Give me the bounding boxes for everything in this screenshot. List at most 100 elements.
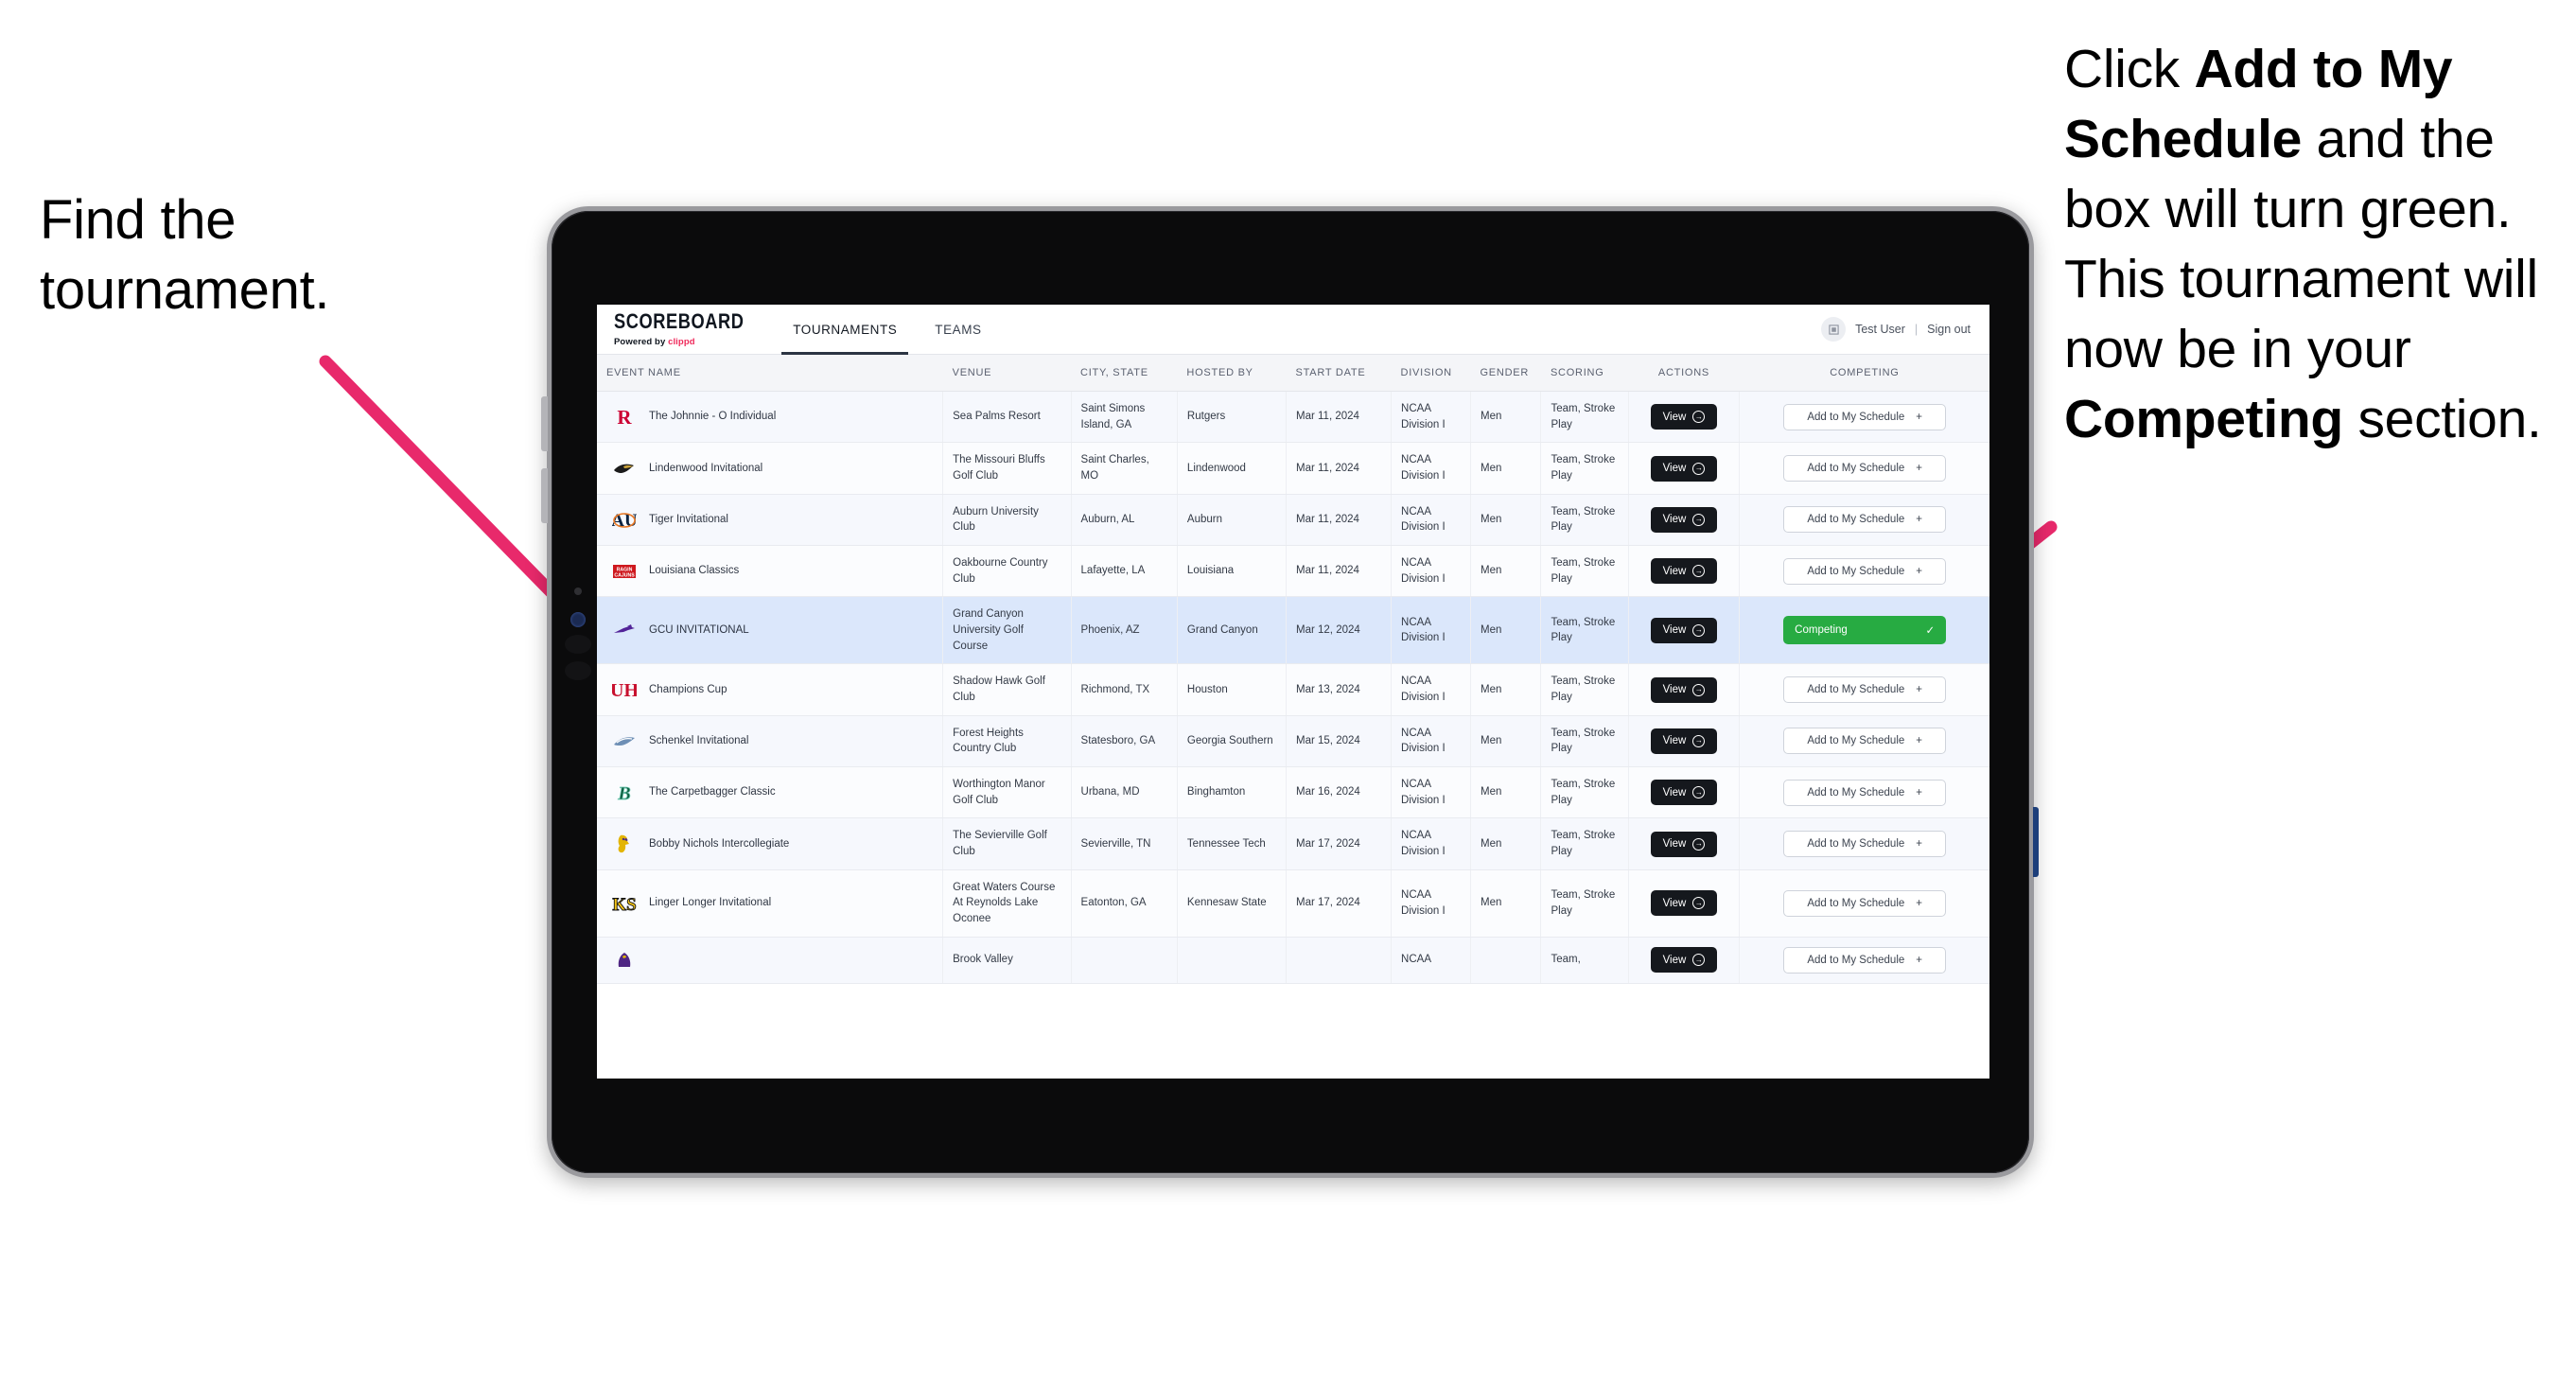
power-button[interactable] [2033,807,2039,877]
cell-scoring: Team, Stroke Play [1540,766,1629,819]
front-camera-icon [570,612,586,627]
tournaments-table: EVENT NAME VENUE CITY, STATE HOSTED BY S… [597,355,1989,984]
binghamton-logo: BB [612,781,637,805]
add-to-my-schedule-button[interactable]: Add to My Schedule + [1783,831,1947,858]
table-row[interactable]: B B The Carpetbagger Classic Worthington Ma… [597,766,1989,819]
rutgers-logo: R [612,405,637,430]
view-button[interactable]: View → [1650,617,1718,643]
view-button[interactable]: View → [1650,728,1718,754]
add-to-my-schedule-button[interactable]: Add to My Schedule + [1783,779,1947,806]
competing-badge-button[interactable]: Competing ✓ [1783,616,1947,645]
cell-gender: Men [1470,545,1542,598]
cell-division: NCAA Division I [1391,663,1471,716]
cell-gender [1470,937,1542,984]
header-user-area: Test User | Sign out [1821,305,1989,354]
annotation-right: Click Add to My Schedule and the box wil… [2064,34,2576,455]
tournaments-table-wrapper[interactable]: EVENT NAME VENUE CITY, STATE HOSTED BY S… [597,355,1989,1079]
event-name-label: The Johnnie - O Individual [649,411,777,423]
table-row[interactable]: RAGIN CAJUNS Louisiana Classics Oakbourne C… [597,545,1989,598]
cell-start-date: Mar 11, 2024 [1286,494,1393,547]
add-to-my-schedule-button[interactable]: Add to My Schedule + [1783,889,1947,917]
grandcanyon-logo [612,618,637,642]
cell-start-date: Mar 11, 2024 [1286,391,1393,444]
add-to-my-schedule-button[interactable]: Add to My Schedule + [1783,728,1947,755]
brand-clippd: clippd [668,337,695,347]
cell-city-state: Phoenix, AZ [1071,596,1178,665]
add-to-my-schedule-button[interactable]: Add to My Schedule + [1783,946,1947,974]
view-button[interactable]: View → [1650,780,1718,806]
plus-icon: + [1916,684,1922,696]
col-competing: COMPETING [1739,355,1989,392]
view-button-label: View [1662,838,1687,851]
sign-out-link[interactable]: Sign out [1927,323,1971,336]
arrow-right-circle-icon: → [1692,837,1706,851]
cell-competing: Add to My Schedule + [1739,766,1989,819]
cell-actions: View → [1628,663,1741,716]
cell-hosted-by: Georgia Southern [1177,715,1288,768]
svg-text:KS: KS [612,895,636,915]
view-button-label: View [1662,786,1687,798]
plus-icon: + [1916,954,1922,966]
view-button[interactable]: View → [1650,890,1718,917]
view-button[interactable]: View → [1650,831,1718,857]
col-city-state[interactable]: CITY, STATE [1071,355,1178,392]
volume-up-button[interactable] [541,396,548,451]
arrow-right-circle-icon: → [1692,513,1706,526]
view-button-label: View [1662,565,1687,577]
col-hosted-by[interactable]: HOSTED BY [1177,355,1287,392]
volume-down-button[interactable] [541,468,548,523]
add-to-my-schedule-button[interactable]: Add to My Schedule + [1783,455,1947,482]
col-venue[interactable]: VENUE [942,355,1072,392]
cell-division: NCAA Division I [1391,766,1471,819]
add-to-my-schedule-label: Add to My Schedule [1807,411,1905,423]
table-row[interactable]: GCU INVITATIONAL Grand Canyon University … [597,596,1989,665]
view-button[interactable]: View → [1650,404,1718,430]
event-name-label: Louisiana Classics [649,565,740,577]
table-row[interactable]: Lindenwood Invitational The Missouri Bluf… [597,442,1989,495]
table-row[interactable]: AU Tiger Invitational Auburn University Cl… [597,494,1989,547]
avatar[interactable] [1821,317,1847,342]
cell-venue: Grand Canyon University Golf Course [942,596,1072,665]
table-row[interactable]: Schenkel Invitational Forest Heights Coun… [597,715,1989,768]
view-button-label: View [1662,463,1687,475]
view-button-label: View [1662,684,1687,696]
cell-hosted-by: Auburn [1177,494,1288,547]
col-event-name[interactable]: EVENT NAME [597,355,943,392]
cell-start-date: Mar 15, 2024 [1286,715,1393,768]
cell-gender: Men [1470,869,1542,938]
brand-powered-prefix: Powered by [614,337,669,347]
add-to-my-schedule-button[interactable]: Add to My Schedule + [1783,676,1947,704]
col-start-date[interactable]: START DATE [1286,355,1392,392]
table-row[interactable]: UH Champions Cup Shadow Hawk Golf Club Rich… [597,663,1989,716]
tab-teams[interactable]: TEAMS [916,305,1000,354]
cell-division: NCAA [1391,937,1471,984]
add-to-my-schedule-button[interactable]: Add to My Schedule + [1783,403,1947,430]
table-row[interactable]: Brook Valley NCAA Team, View → Add to My Sche… [597,937,1989,984]
cell-start-date: Mar 17, 2024 [1286,817,1393,870]
col-scoring[interactable]: SCORING [1540,355,1629,392]
svg-text:CAJUNS: CAJUNS [614,572,635,578]
table-row[interactable]: R The Johnnie - O Individual Sea Palms Res… [597,391,1989,444]
col-gender[interactable]: GENDER [1470,355,1541,392]
view-button[interactable]: View → [1650,506,1718,533]
tablet-device: SCOREBOARD Powered by clippd TOURNAMENTS… [541,206,2039,1178]
table-row[interactable]: KS Linger Longer Invitational Great Waters… [597,869,1989,938]
cell-scoring: Team, Stroke Play [1540,817,1629,870]
louisiana-logo: RAGIN CAJUNS [612,559,637,584]
cell-competing: Add to My Schedule + [1739,545,1989,598]
cell-venue: Worthington Manor Golf Club [942,766,1072,819]
view-button[interactable]: View → [1650,455,1718,482]
cell-competing: Add to My Schedule + [1739,869,1989,938]
table-row[interactable]: Bobby Nichols Intercollegiate The Sevierv… [597,817,1989,870]
view-button[interactable]: View → [1650,558,1718,585]
col-division[interactable]: DIVISION [1391,355,1471,392]
add-to-my-schedule-label: Add to My Schedule [1807,514,1905,526]
add-to-my-schedule-button[interactable]: Add to My Schedule + [1783,557,1947,585]
tab-tournaments[interactable]: TOURNAMENTS [774,305,916,355]
add-to-my-schedule-button[interactable]: Add to My Schedule + [1783,506,1947,534]
view-button[interactable]: View → [1650,676,1718,703]
view-button[interactable]: View → [1650,947,1718,974]
arrow-right-circle-icon: → [1692,623,1706,637]
cell-division: NCAA Division I [1391,494,1471,547]
nav-tabs: TOURNAMENTS TEAMS [774,305,1000,355]
